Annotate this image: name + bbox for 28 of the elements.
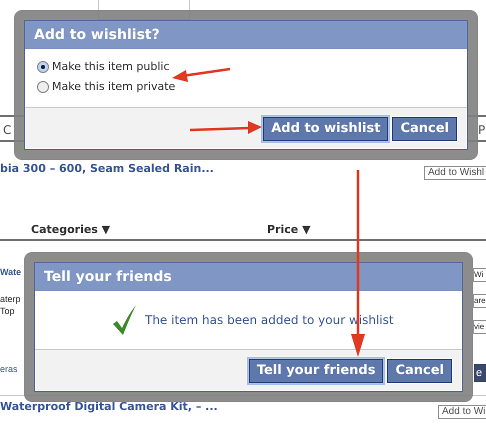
column-header: P [478, 122, 486, 139]
cancel-button[interactable]: Cancel [392, 116, 457, 140]
item-button[interactable]: vie [473, 320, 486, 334]
item-title-link[interactable]: Wate [0, 266, 22, 280]
item-button[interactable]: Wi [473, 268, 486, 282]
radio-button[interactable] [37, 80, 49, 93]
dialog-title: Tell your friends [35, 263, 462, 291]
confirm-button[interactable]: Add to wishlist [263, 116, 388, 140]
annotation-arrow [172, 68, 230, 82]
item-title-link[interactable]: bia 300 – 600, Seam Sealed Rain... [0, 161, 214, 178]
item-button[interactable]: are [473, 294, 486, 308]
radio-button[interactable] [37, 61, 49, 74]
radio-option[interactable]: Make this item public [37, 59, 467, 76]
category-link[interactable]: eras [0, 363, 18, 376]
item-title-link[interactable]: Waterproof Digital Camera Kit, – ... [0, 399, 218, 416]
cancel-button[interactable]: Cancel [387, 358, 452, 382]
item-button[interactable]: e [474, 364, 486, 382]
dialog-title: Add to wishlist? [25, 21, 467, 49]
add-to-wishlist-button[interactable]: Add to Wi [438, 405, 486, 419]
column-header[interactable]: Categories ▼ [31, 222, 110, 238]
add-to-wishlist-button[interactable]: Add to Wishl [424, 166, 486, 180]
check-icon [113, 305, 137, 335]
confirm-button[interactable]: Tell your friends [248, 358, 384, 382]
item-description: Top [0, 305, 15, 318]
column-header: C [3, 122, 12, 139]
item-description: aterp [0, 293, 21, 306]
radio-option[interactable]: Make this item private [37, 78, 467, 95]
column-header[interactable]: Price ▼ [267, 222, 311, 238]
